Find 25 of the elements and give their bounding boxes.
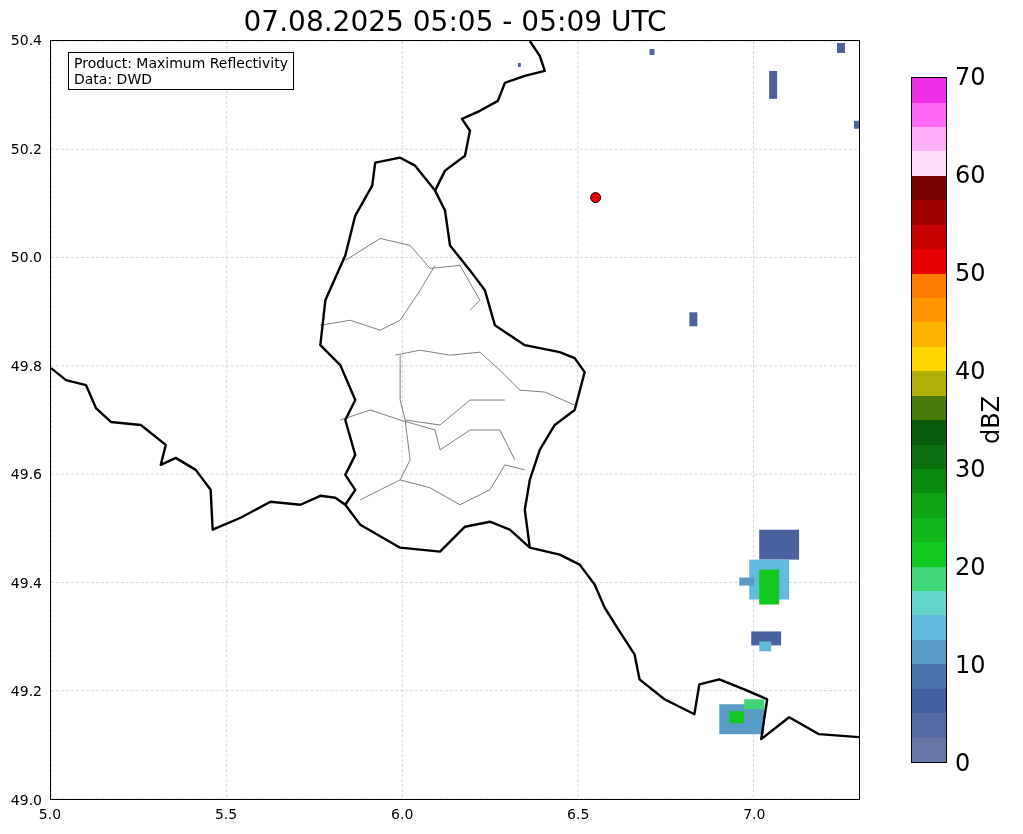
colorbar-label: dBZ	[977, 395, 1005, 445]
colorbar-tick-label: 50	[955, 259, 986, 287]
colorbar-tick-label: 20	[955, 553, 986, 581]
y-tick-label: 49.6	[10, 466, 42, 483]
x-tick-label: 5.0	[38, 806, 62, 822]
x-tick-label: 6.0	[391, 806, 414, 822]
colorbar-tick-label: 40	[955, 357, 986, 385]
colorbar-tick-label: 10	[955, 651, 986, 679]
x-tick-label: 7.0	[743, 806, 766, 822]
x-tick-label: 6.5	[567, 806, 590, 822]
info-text: Data: DWD	[74, 71, 153, 87]
colorbar-tick-label: 0	[955, 749, 971, 777]
info-text: Product: Maximum Reflectivity	[74, 55, 288, 71]
x-tick-label: 5.5	[214, 806, 238, 822]
y-tick-label: 50.2	[10, 140, 42, 157]
y-tick-label: 50.0	[10, 249, 42, 266]
y-tick-label: 49.2	[10, 683, 42, 700]
colorbar-tick-label: 30	[955, 455, 986, 483]
colorbar-tick-label: 60	[955, 161, 986, 189]
chart-title: 07.08.2025 05:05 - 05:09 UTC	[242, 4, 668, 40]
y-tick-label: 49.0	[10, 792, 42, 808]
y-tick-label: 50.4	[10, 32, 42, 48]
y-tick-label: 49.8	[10, 357, 42, 374]
y-tick-label: 49.4	[10, 574, 42, 591]
colorbar-tick-label: 70	[955, 63, 986, 91]
